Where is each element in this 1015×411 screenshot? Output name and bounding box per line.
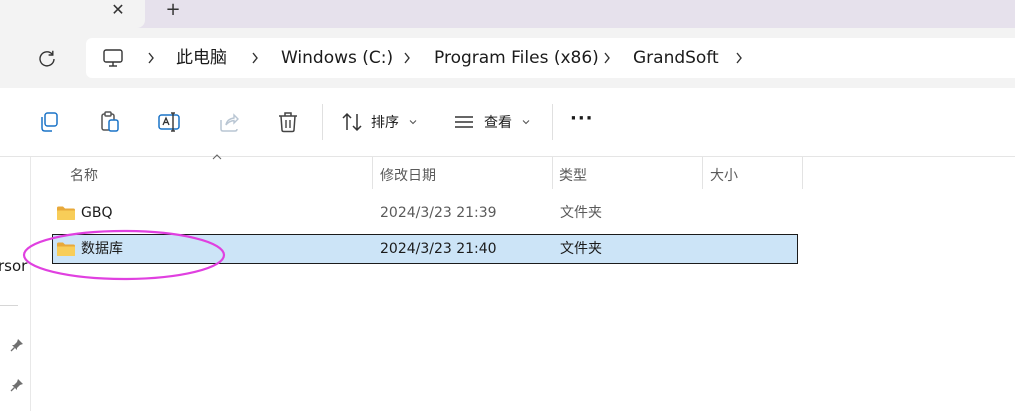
address-bar[interactable]: 此电脑 Windows (C:) Program Files (x86) Gra…	[86, 38, 1015, 78]
column-header-size[interactable]: 大小	[703, 157, 802, 189]
sort-arrows-icon[interactable]	[340, 110, 364, 134]
new-tab-button[interactable]: +	[163, 0, 183, 20]
breadcrumb-chevron-icon[interactable]	[602, 50, 612, 66]
share-icon[interactable]	[217, 110, 241, 134]
nav-divider	[0, 305, 18, 306]
folder-icon	[57, 242, 75, 256]
column-header-name-label: 名称	[70, 168, 98, 184]
active-tab[interactable]: ✕	[0, 0, 145, 28]
file-type: 文件夹	[560, 205, 602, 221]
file-name: 数据库	[81, 241, 123, 257]
toolbar-divider	[322, 104, 323, 140]
column-header-modified[interactable]: 修改日期	[373, 157, 552, 189]
column-header-modified-label: 修改日期	[380, 168, 436, 184]
file-modified: 2024/3/23 21:40	[380, 241, 497, 257]
breadcrumb-chevron-icon[interactable]	[146, 50, 156, 66]
breadcrumb-windows-c[interactable]: Windows (C:)	[281, 48, 393, 68]
column-header-type-label: 类型	[559, 168, 587, 184]
command-bar: 排序 查看 ···	[0, 88, 1015, 157]
sort-button[interactable]: 排序	[371, 114, 399, 132]
toolbar-divider	[552, 104, 553, 140]
trash-icon[interactable]	[276, 110, 300, 134]
file-name: GBQ	[81, 205, 113, 221]
more-options-button[interactable]: ···	[570, 110, 596, 132]
breadcrumb-grandsoft[interactable]: GrandSoft	[633, 48, 719, 68]
pin-icon	[10, 379, 23, 392]
pin-icon	[10, 339, 23, 352]
column-divider[interactable]	[802, 157, 803, 189]
nav-item-partial[interactable]: rsor	[0, 257, 27, 275]
rename-icon[interactable]	[157, 110, 181, 134]
file-modified: 2024/3/23 21:39	[380, 205, 497, 221]
chevron-down-icon[interactable]	[409, 118, 417, 126]
navigation-pane: rsor	[0, 157, 31, 411]
tab-strip: ✕ +	[0, 0, 1015, 28]
address-row: 此电脑 Windows (C:) Program Files (x86) Gra…	[0, 28, 1015, 88]
view-lines-icon[interactable]	[452, 110, 476, 134]
breadcrumb-chevron-icon[interactable]	[402, 50, 412, 66]
close-tab-button[interactable]: ✕	[108, 0, 128, 20]
computer-monitor-icon[interactable]	[102, 48, 124, 68]
view-button[interactable]: 查看	[484, 114, 512, 132]
column-header-type[interactable]: 类型	[553, 157, 702, 189]
refresh-icon[interactable]	[36, 48, 58, 70]
folder-icon	[57, 206, 75, 220]
breadcrumb-program-files-x86[interactable]: Program Files (x86)	[434, 48, 599, 68]
column-header-size-label: 大小	[710, 168, 738, 184]
breadcrumb-chevron-icon[interactable]	[734, 50, 744, 66]
file-row[interactable]: GBQ 2024/3/23 21:39 文件夹	[52, 198, 798, 228]
copy-icon[interactable]	[37, 110, 61, 134]
breadcrumb-chevron-icon[interactable]	[250, 50, 260, 66]
file-type: 文件夹	[560, 241, 602, 257]
file-row-selected[interactable]: 数据库 2024/3/23 21:40 文件夹	[52, 234, 798, 264]
paste-icon[interactable]	[98, 110, 122, 134]
column-header-name[interactable]: 名称	[60, 157, 372, 189]
breadcrumb-this-pc[interactable]: 此电脑	[176, 48, 227, 68]
chevron-down-icon[interactable]	[522, 118, 530, 126]
